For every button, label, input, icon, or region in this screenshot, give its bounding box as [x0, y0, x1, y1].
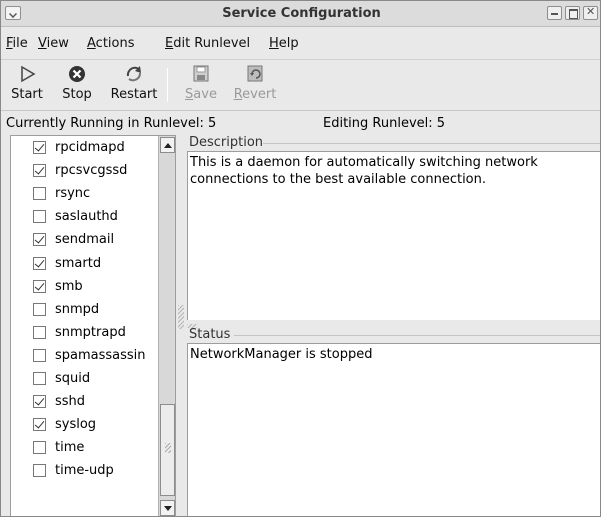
- service-name: rpcidmapd: [55, 140, 125, 155]
- close-icon[interactable]: [583, 5, 598, 20]
- toolbar: Start Stop Restart Save Revert: [1, 59, 600, 111]
- service-name: snmpd: [55, 301, 100, 317]
- maximize-icon[interactable]: [565, 6, 580, 20]
- status-label: Status: [189, 327, 231, 342]
- description-divider: [263, 143, 600, 144]
- service-row[interactable]: sendmail: [11, 229, 159, 251]
- service-configuration-window: Service Configuration File View Actions …: [0, 0, 601, 517]
- menu-view[interactable]: View: [38, 36, 69, 51]
- editing-runlevel: Editing Runlevel: 5: [323, 116, 446, 131]
- service-checkbox[interactable]: [33, 164, 46, 178]
- service-row[interactable]: rpcidmapd: [11, 137, 159, 159]
- scroll-up-icon[interactable]: [160, 137, 175, 153]
- play-icon: [16, 64, 38, 84]
- service-checkbox[interactable]: [33, 395, 46, 409]
- service-name: snmptrapd: [55, 324, 126, 340]
- start-button[interactable]: Start: [5, 64, 49, 102]
- service-name: saslauthd: [55, 209, 118, 225]
- scrollbar-thumb[interactable]: [160, 404, 175, 496]
- menu-help[interactable]: Help: [269, 36, 299, 51]
- status-panel: NetworkManager is stopped: [187, 343, 600, 516]
- start-label: Start: [11, 87, 43, 102]
- service-name: squid: [55, 371, 91, 386]
- service-checkbox[interactable]: [33, 141, 46, 154]
- title-bar: Service Configuration: [1, 1, 600, 27]
- service-name: rpcsvcgssd: [55, 163, 128, 179]
- service-row[interactable]: smartd: [11, 253, 159, 275]
- menu-actions[interactable]: Actions: [87, 36, 135, 51]
- menu-file[interactable]: File: [6, 36, 28, 51]
- save-button[interactable]: Save: [181, 64, 221, 102]
- service-checkbox[interactable]: [33, 302, 46, 316]
- service-name: time: [55, 440, 85, 456]
- toolbar-separator: [167, 68, 168, 102]
- service-checkbox[interactable]: [33, 210, 46, 224]
- service-name: smartd: [55, 255, 102, 271]
- save-icon: [190, 64, 212, 84]
- runlevel-status-line: Currently Running in Runlevel: 5 Editing…: [1, 113, 600, 133]
- window-title: Service Configuration: [222, 6, 381, 21]
- service-row[interactable]: squid: [11, 368, 159, 390]
- service-row[interactable]: saslauthd: [11, 206, 159, 228]
- service-row[interactable]: snmpd: [11, 299, 159, 321]
- service-row[interactable]: smb: [11, 276, 159, 298]
- description-panel: This is a daemon for automatically switc…: [187, 151, 600, 320]
- service-checkbox[interactable]: [33, 372, 46, 385]
- service-row[interactable]: sshd: [11, 391, 159, 413]
- service-list[interactable]: rpcidmapd rpcsvcgssd rsync saslauthd sendmai…: [10, 135, 176, 516]
- service-row[interactable]: rpcsvcgssd: [11, 160, 159, 182]
- service-row[interactable]: syslog: [11, 414, 159, 436]
- service-checkbox[interactable]: [33, 256, 46, 270]
- service-name: time-udp: [55, 463, 114, 479]
- menu-edit-runlevel[interactable]: Edit Runlevel: [165, 36, 250, 51]
- service-row[interactable]: time-udp: [11, 460, 159, 482]
- description-label: Description: [189, 135, 264, 150]
- revert-icon: [244, 64, 266, 84]
- service-name: rsync: [55, 186, 91, 202]
- status-text: NetworkManager is stopped: [190, 347, 373, 362]
- service-checkbox[interactable]: [33, 279, 46, 293]
- restart-button[interactable]: Restart: [107, 64, 161, 102]
- revert-button[interactable]: Revert: [227, 64, 283, 102]
- service-checkbox[interactable]: [33, 348, 46, 362]
- service-checkbox[interactable]: [33, 418, 46, 432]
- scroll-down-icon[interactable]: [160, 500, 175, 516]
- restart-icon: [123, 64, 145, 84]
- service-name: spamassassin: [55, 347, 146, 363]
- service-name: syslog: [55, 417, 97, 433]
- service-checkbox[interactable]: [33, 464, 46, 478]
- service-checkbox[interactable]: [33, 441, 46, 455]
- stop-button[interactable]: Stop: [55, 64, 99, 102]
- stop-icon: [66, 64, 88, 84]
- service-checkbox[interactable]: [33, 233, 46, 247]
- service-row[interactable]: snmptrapd: [11, 322, 159, 344]
- service-name: sendmail: [55, 232, 115, 248]
- restart-label: Restart: [110, 87, 158, 102]
- vertical-pane-splitter[interactable]: [177, 135, 185, 516]
- status-divider: [234, 335, 600, 336]
- service-checkbox[interactable]: [33, 187, 46, 201]
- service-checkbox[interactable]: [33, 325, 46, 339]
- description-text: This is a daemon for automatically switc…: [190, 155, 538, 187]
- minimize-icon[interactable]: [547, 6, 562, 20]
- horizontal-pane-splitter[interactable]: [187, 322, 600, 328]
- current-runlevel: Currently Running in Runlevel: 5: [6, 116, 217, 131]
- service-list-scrollbar[interactable]: [158, 136, 175, 516]
- service-row[interactable]: spamassassin: [11, 345, 159, 367]
- service-name: sshd: [55, 394, 86, 410]
- service-row[interactable]: rsync: [11, 183, 159, 205]
- stop-label: Stop: [62, 87, 92, 102]
- menu-bar: File View Actions Edit Runlevel Help: [1, 33, 600, 55]
- service-name: smb: [55, 278, 83, 294]
- service-row[interactable]: time: [11, 437, 159, 459]
